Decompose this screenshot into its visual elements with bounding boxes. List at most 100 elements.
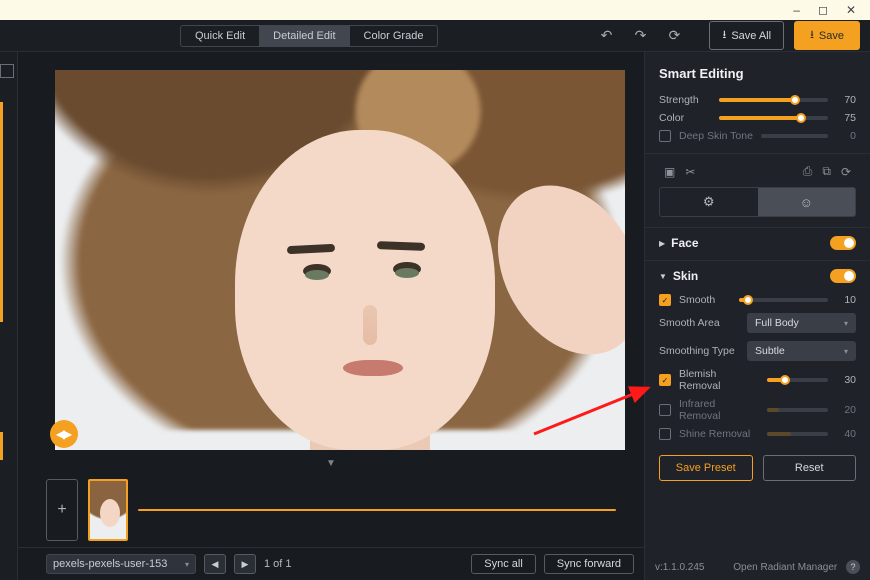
panel-title: Smart Editing — [645, 52, 870, 91]
preview-image[interactable] — [55, 70, 625, 450]
shine-row: Shine Removal 40 — [645, 425, 870, 443]
color-row: Color 75 — [645, 109, 870, 127]
strength-label: Strength — [659, 94, 711, 106]
tab-quick-edit[interactable]: Quick Edit — [181, 26, 259, 46]
blemish-label: Blemish Removal — [679, 368, 759, 392]
smart-editing-panel: Smart Editing Strength 70 Color 75 Deep … — [645, 52, 870, 580]
shine-label: Shine Removal — [679, 428, 759, 440]
edit-mode-tabs: Quick Edit Detailed Edit Color Grade — [180, 25, 438, 47]
smooth-area-value: Full Body — [755, 317, 799, 329]
infrared-label: Infrared Removal — [679, 398, 759, 422]
deep-skin-checkbox[interactable] — [659, 130, 671, 142]
face-label: Face — [671, 236, 830, 250]
save-all-button[interactable]: ⭳ Save All — [709, 21, 784, 50]
tab-detailed-edit[interactable]: Detailed Edit — [259, 26, 349, 46]
smooth-area-select[interactable]: Full Body▾ — [747, 313, 856, 333]
color-label: Color — [659, 112, 711, 124]
strength-value: 70 — [836, 94, 856, 106]
redo-icon[interactable]: ↷ — [623, 25, 657, 47]
next-button[interactable]: ▶ — [234, 554, 256, 574]
blemish-row: ✓ Blemish Removal 30 — [645, 365, 870, 395]
smoothing-type-value: Subtle — [755, 345, 785, 357]
window-titlebar: – ◻ ✕ — [0, 0, 870, 20]
infrared-value: 20 — [836, 404, 856, 416]
smooth-area-label: Smooth Area — [659, 317, 739, 329]
save-preset-button[interactable]: Save Preset — [659, 455, 753, 481]
download-icon: ⭳ — [722, 26, 726, 45]
smooth-slider[interactable] — [739, 298, 828, 302]
color-slider[interactable] — [719, 116, 828, 120]
section-skin[interactable]: ▼ Skin — [645, 260, 870, 291]
manager-link[interactable]: Open Radiant Manager — [733, 562, 837, 573]
window-minimize[interactable]: – — [793, 3, 800, 17]
panel-tabs: ⚙ ☺ — [659, 187, 856, 217]
compare-handle[interactable] — [50, 420, 78, 448]
prev-button[interactable]: ◀ — [204, 554, 226, 574]
smooth-row: ✓ Smooth 10 — [645, 291, 870, 309]
filename-label: pexels-pexels-user-153 — [53, 558, 167, 570]
smoothing-type-select[interactable]: Subtle▾ — [747, 341, 856, 361]
page-count: 1 of 1 — [264, 558, 292, 570]
save-button[interactable]: ⭳ Save — [794, 21, 860, 50]
smoothing-type-label: Smoothing Type — [659, 345, 739, 357]
left-rail — [0, 52, 18, 580]
thumbnail[interactable] — [88, 479, 128, 541]
reset-button[interactable]: Reset — [763, 455, 857, 481]
top-toolbar: Quick Edit Detailed Edit Color Grade ↶ ↷… — [0, 20, 870, 52]
deep-skin-row: Deep Skin Tone 0 — [645, 127, 870, 145]
deep-skin-slider[interactable] — [761, 134, 828, 138]
file-selector[interactable]: pexels-pexels-user-153 ▾ — [46, 554, 196, 574]
face-toggle[interactable] — [830, 236, 856, 250]
mini-toolbar: ▣ ✂ ⎙ ⧉ ⟳ — [645, 153, 870, 187]
sync-forward-button[interactable]: Sync forward — [544, 554, 634, 574]
image-icon[interactable]: ▣ — [659, 165, 680, 179]
refresh-icon[interactable]: ⟳ — [657, 25, 691, 47]
bottom-bar: pexels-pexels-user-153 ▾ ◀ ▶ 1 of 1 Sync… — [18, 547, 644, 580]
add-image-button[interactable]: + — [46, 479, 78, 541]
filmstrip-track[interactable] — [138, 509, 616, 511]
infrared-slider[interactable] — [767, 408, 828, 412]
panel-footer: v:1.1.0.245 Open Radiant Manager ? — [645, 556, 870, 578]
version-label: v:1.1.0.245 — [655, 562, 704, 573]
save-label: Save — [819, 30, 844, 42]
crop-icon[interactable]: ✂ — [680, 165, 700, 179]
export-icon[interactable]: ⎙ — [798, 164, 818, 179]
tab-adjust-icon[interactable]: ⚙ — [660, 188, 758, 216]
blemish-slider[interactable] — [767, 378, 828, 382]
canvas-column: ▼ + pexels-pexels-user-153 ▾ ◀ ▶ 1 of 1 … — [18, 52, 645, 580]
shine-checkbox[interactable] — [659, 428, 671, 440]
deep-skin-value: 0 — [836, 130, 856, 142]
chevron-right-icon: ▶ — [659, 239, 665, 248]
section-face[interactable]: ▶ Face — [645, 227, 870, 258]
sync-all-button[interactable]: Sync all — [471, 554, 536, 574]
color-value: 75 — [836, 112, 856, 124]
help-icon[interactable]: ? — [846, 560, 860, 574]
chevron-down-icon: ▾ — [185, 560, 189, 569]
infrared-row: Infrared Removal 20 — [645, 395, 870, 425]
save-all-label: Save All — [731, 30, 771, 42]
deep-skin-label: Deep Skin Tone — [679, 130, 753, 142]
shine-value: 40 — [836, 428, 856, 440]
tab-color-grade[interactable]: Color Grade — [350, 26, 438, 46]
download-icon: ⭳ — [810, 26, 814, 45]
strength-slider[interactable] — [719, 98, 828, 102]
rail-toggle-icon[interactable] — [0, 64, 14, 78]
smooth-checkbox[interactable]: ✓ — [659, 294, 671, 306]
shine-slider[interactable] — [767, 432, 828, 436]
smoothing-type-row: Smoothing Type Subtle▾ — [645, 337, 870, 365]
infrared-checkbox[interactable] — [659, 404, 671, 416]
copy-icon[interactable]: ⧉ — [817, 164, 836, 179]
smooth-label: Smooth — [679, 294, 731, 306]
chevron-down-icon[interactable]: ▼ — [18, 456, 644, 473]
blemish-checkbox[interactable]: ✓ — [659, 374, 671, 386]
window-close[interactable]: ✕ — [846, 3, 856, 17]
window-maximize[interactable]: ◻ — [818, 3, 828, 17]
undo-icon[interactable]: ↶ — [589, 25, 623, 47]
tab-portrait-icon[interactable]: ☺ — [758, 188, 856, 216]
chevron-down-icon: ▼ — [659, 272, 667, 281]
skin-toggle[interactable] — [830, 269, 856, 283]
rotate-icon[interactable]: ⟳ — [836, 165, 856, 179]
filmstrip: + — [18, 473, 644, 547]
skin-label: Skin — [673, 269, 830, 283]
blemish-value: 30 — [836, 374, 856, 386]
